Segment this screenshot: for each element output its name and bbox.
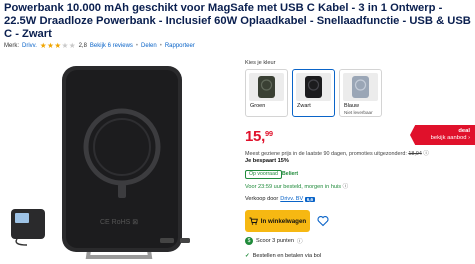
variant-name: Zwart [297,103,311,109]
price: 15,99 [245,128,273,145]
seller-score-badge: 6,6 [305,196,315,202]
thumb-display [15,213,29,223]
variant-image [296,73,331,101]
chevron-right-icon: › [468,134,470,141]
usb-port [160,238,174,243]
product-thumbnail[interactable] [5,207,51,247]
price-cents: 99 [264,129,273,138]
variant-groen[interactable]: Groen [245,69,288,117]
deal-banner[interactable]: deal bekijk aanbod › [410,125,475,145]
price-history-note: Meest geziene prijs in de laatste 90 dag… [245,149,429,157]
check-icon: ✓ [245,253,250,259]
star-icon: ★ [47,41,54,50]
star-icon: ★ [61,41,69,50]
share-link[interactable]: Delen [141,43,157,49]
deal-link: bekijk aanbod [430,134,467,141]
price-main: 15, [245,128,265,145]
certification-marks: CE RoHS ⊠ [100,219,138,226]
cart-icon [249,217,258,225]
thumb-cable [15,238,28,246]
alignment-notch [118,184,126,198]
delivery-info: Voor 23:59 uur besteld, morgen in huis ⓘ [245,182,348,190]
product-meta: Merk: Drivv. ★ ★ ★ ★ ★ 2,8 Bekijk 6 revi… [4,41,195,50]
star-icon: ★ [68,41,76,50]
separator: • [135,42,139,49]
variant-blauw[interactable]: Blauw Niet leverbaar [339,69,382,117]
brand-label: Merk: [4,42,19,49]
cart-label: In winkelwagen [260,217,307,225]
variant-image-shape [305,76,322,98]
price-note-text: Meest geziene prijs in de laatste 90 dag… [245,151,407,157]
points-text: Scoor 3 punten [256,238,294,244]
usbc-port [180,238,190,243]
info-icon[interactable]: ⓘ [297,237,303,245]
rating-stars: ★ ★ ★ ★ ★ [39,41,76,50]
wishlist-heart-icon[interactable] [317,215,329,227]
variant-image [343,73,378,101]
stock-status: Beliert [282,171,299,177]
seller-info: Verkoop door Drivv. BV 6,6 [245,196,315,202]
report-link[interactable]: Rapporteer [165,43,195,49]
loyalty-points: $ Scoor 3 punten ⓘ [245,237,303,245]
product-title: Powerbank 10.000 mAh geschikt voor MagSa… [4,2,471,40]
variant-label: Kies je kleur [245,60,276,66]
brand-link[interactable]: Drivv. [22,43,37,49]
variant-image-shape [258,76,275,98]
delivery-text: Voor 23:59 uur besteld, morgen in huis [245,184,342,190]
star-icon: ★ [54,41,62,50]
add-to-cart-button[interactable]: In winkelwagen [245,210,310,232]
stock-badge: Op voorraad [245,170,282,179]
variant-name: Blauw [344,103,359,109]
reviews-link[interactable]: Bekijk 6 reviews [90,43,133,49]
separator: • [159,42,162,49]
info-icon[interactable]: ⓘ [343,184,349,190]
order-info: ✓ Bestellen en betalen via bol [245,253,321,259]
seller-label: Verkoop door [245,196,279,202]
variant-name: Groen [250,103,266,109]
variant-zwart[interactable]: Zwart [292,69,335,117]
info-icon[interactable]: ⓘ [423,151,428,157]
variant-image-shape [352,76,369,98]
points-icon: $ [245,237,253,245]
savings-text: Je bespaart 15% [245,158,289,164]
old-price: 18,94 [408,151,422,157]
variant-availability: Niet leverbaar [344,110,373,115]
variant-image [249,73,284,101]
star-icon: ★ [39,41,47,50]
order-text: Bestellen en betalen via bol [252,253,322,259]
seller-link[interactable]: Drivv. BV [280,196,303,202]
rating-value: 2,8 [78,42,87,49]
